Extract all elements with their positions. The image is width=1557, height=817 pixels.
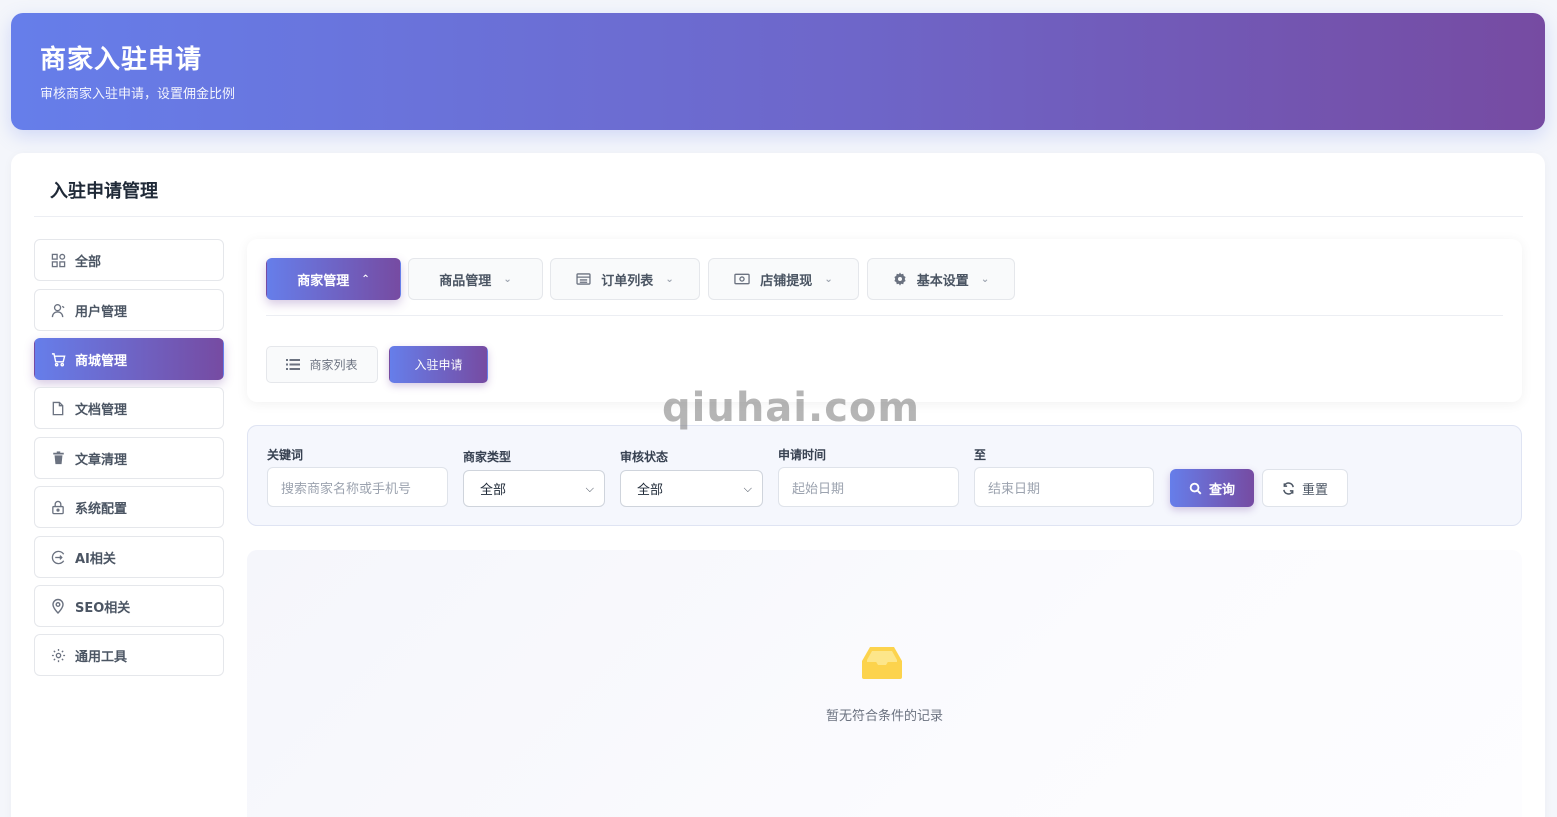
sidebar-item-label: 全部 bbox=[75, 254, 102, 270]
empty-message: 暂无符合条件的记录 bbox=[825, 709, 943, 724]
sidebar-item-users[interactable]: 用户管理 bbox=[34, 289, 224, 331]
ai-icon bbox=[50, 549, 66, 565]
filter-panel: 关键词 搜索商家名称或手机号 商家类型 全部 ⌵ 审核状态 全部 ⌵ 申请时间 … bbox=[247, 425, 1522, 526]
sidebar-item-seo[interactable]: SEO相关 bbox=[34, 585, 224, 627]
trash-icon bbox=[50, 450, 66, 466]
chevron-up-icon: ⌃ bbox=[361, 273, 370, 285]
page-title: 商家入驻申请 bbox=[40, 45, 203, 75]
subtab-merchant-list[interactable]: 商家列表 bbox=[266, 346, 378, 383]
money-icon bbox=[734, 273, 751, 285]
sidebar-item-label: 通用工具 bbox=[75, 649, 128, 665]
empty-state: 暂无符合条件的记录 bbox=[247, 550, 1522, 817]
list-icon bbox=[286, 359, 301, 370]
document-icon bbox=[50, 400, 66, 416]
page-header: 商家入驻申请 审核商家入驻申请，设置佣金比例 bbox=[11, 13, 1545, 130]
lock-icon bbox=[50, 499, 66, 515]
chevron-down-icon: ⌵ bbox=[743, 481, 752, 495]
tab-label: 基本设置 bbox=[916, 273, 969, 289]
sidebar-item-mall[interactable]: 商城管理 bbox=[34, 338, 224, 380]
chevron-down-icon: ⌵ bbox=[585, 481, 594, 495]
refresh-icon bbox=[1282, 481, 1295, 495]
nav-panel: 商家管理 ⌃ 商品管理 ⌄ 订单列表 ⌄ 店铺提现 ⌄ 基本设置 ⌄ 商家列表 … bbox=[247, 239, 1522, 402]
select-value: 全部 bbox=[480, 483, 507, 498]
end-date-input[interactable]: 结束日期 bbox=[974, 467, 1154, 507]
chevron-down-icon: ⌄ bbox=[824, 273, 833, 285]
end-date-placeholder: 结束日期 bbox=[988, 481, 1041, 497]
tab-order-list[interactable]: 订单列表 ⌄ bbox=[550, 258, 700, 300]
keyword-label: 关键词 bbox=[267, 448, 304, 462]
sidebar-item-label: 用户管理 bbox=[75, 304, 128, 320]
subtab-settlement-application[interactable]: 入驻申请 bbox=[389, 346, 488, 383]
sidebar-item-docs[interactable]: 文档管理 bbox=[34, 387, 224, 429]
tab-label: 订单列表 bbox=[601, 273, 654, 289]
keyword-input[interactable]: 搜索商家名称或手机号 bbox=[267, 467, 448, 507]
sidebar-item-system-config[interactable]: 系统配置 bbox=[34, 486, 224, 528]
page-subtitle: 审核商家入驻申请，设置佣金比例 bbox=[40, 87, 236, 102]
reset-button-label: 重置 bbox=[1301, 482, 1328, 498]
tab-basic-settings[interactable]: 基本设置 ⌄ bbox=[867, 258, 1015, 300]
sidebar-item-label: SEO相关 bbox=[75, 600, 131, 616]
reset-button[interactable]: 重置 bbox=[1262, 469, 1348, 507]
query-button-label: 查询 bbox=[1208, 482, 1235, 498]
review-status-select[interactable]: 全部 ⌵ bbox=[620, 470, 763, 507]
apply-time-label: 申请时间 bbox=[778, 448, 827, 462]
card-title: 入驻申请管理 bbox=[50, 181, 158, 202]
start-date-placeholder: 起始日期 bbox=[792, 481, 845, 497]
sidebar-item-article-cleanup[interactable]: 文章清理 bbox=[34, 437, 224, 479]
sidebar-item-ai[interactable]: AI相关 bbox=[34, 536, 224, 578]
tab-label: 店铺提现 bbox=[760, 273, 813, 289]
divider bbox=[34, 216, 1523, 217]
watermark: qiuhai.com bbox=[662, 385, 921, 431]
tab-store-withdrawal[interactable]: 店铺提现 ⌄ bbox=[708, 258, 859, 300]
tab-merchant-management[interactable]: 商家管理 ⌃ bbox=[266, 258, 401, 300]
sidebar-item-label: AI相关 bbox=[75, 551, 116, 567]
query-button[interactable]: 查询 bbox=[1170, 469, 1254, 507]
main-card: 入驻申请管理 全部 用户管理 商城管理 文档管理 文章清理 系统配置 AI相关 … bbox=[11, 153, 1545, 817]
sidebar-item-label: 文章清理 bbox=[75, 452, 128, 468]
chevron-down-icon: ⌄ bbox=[665, 273, 674, 285]
sidebar-item-label: 商城管理 bbox=[75, 353, 128, 369]
start-date-input[interactable]: 起始日期 bbox=[778, 467, 959, 507]
grid-icon bbox=[50, 252, 66, 268]
merchant-type-label: 商家类型 bbox=[463, 450, 512, 464]
keyword-placeholder: 搜索商家名称或手机号 bbox=[281, 481, 412, 497]
gear-icon bbox=[50, 647, 66, 663]
review-status-label: 审核状态 bbox=[620, 450, 669, 464]
to-label: 至 bbox=[974, 448, 987, 462]
cart-icon bbox=[50, 351, 66, 367]
tab-label: 商家管理 bbox=[297, 273, 350, 289]
select-value: 全部 bbox=[637, 483, 664, 498]
tab-product-management[interactable]: 商品管理 ⌄ bbox=[408, 258, 543, 300]
inbox-icon bbox=[861, 645, 903, 685]
divider bbox=[266, 315, 1503, 316]
tab-label: 商品管理 bbox=[439, 273, 492, 289]
list-table-icon bbox=[576, 273, 591, 285]
gear-icon bbox=[893, 272, 907, 286]
location-pin-icon bbox=[50, 598, 66, 614]
search-icon bbox=[1189, 482, 1202, 495]
subtab-label: 入驻申请 bbox=[414, 358, 463, 372]
subtab-label: 商家列表 bbox=[309, 358, 358, 372]
chevron-down-icon: ⌄ bbox=[503, 273, 512, 285]
sidebar-item-label: 文档管理 bbox=[75, 402, 128, 418]
sidebar-item-tools[interactable]: 通用工具 bbox=[34, 634, 224, 676]
sidebar-item-label: 系统配置 bbox=[75, 501, 128, 517]
sidebar-item-all[interactable]: 全部 bbox=[34, 239, 224, 281]
user-icon bbox=[50, 302, 66, 318]
merchant-type-select[interactable]: 全部 ⌵ bbox=[463, 470, 605, 507]
chevron-down-icon: ⌄ bbox=[980, 273, 990, 285]
